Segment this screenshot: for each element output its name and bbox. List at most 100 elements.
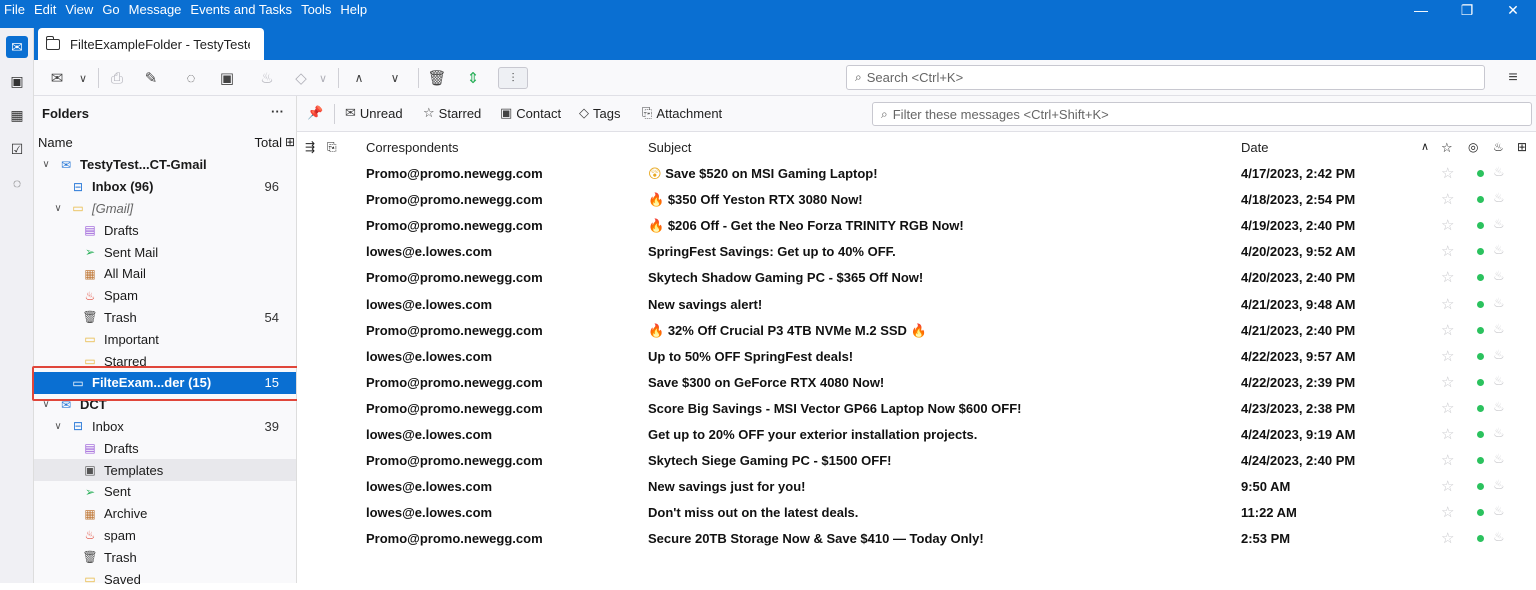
unread-dot-icon[interactable] [1477,274,1484,282]
filter-messages-input[interactable]: ⌕ Filter these messages <Ctrl+Shift+K> [872,102,1532,126]
star-icon[interactable]: ☆ [1441,373,1454,391]
junk-icon[interactable]: ♨ [1493,216,1505,232]
get-messages-icon[interactable]: ✉ [46,67,68,89]
menu-help[interactable]: Help [340,0,367,20]
folder-item[interactable]: ∨ ✉ TestyTest...CT-Gmail [34,154,296,176]
filter-tags-button[interactable]: ◇ Tags [579,105,620,121]
unread-dot-icon[interactable] [1477,300,1484,308]
star-icon[interactable]: ☆ [1441,164,1454,182]
minimize-button[interactable]: — [1398,0,1444,20]
folder-item[interactable]: ▭ Starred [34,350,296,372]
more-options-icon[interactable]: ··· [271,104,284,119]
folder-item[interactable]: ▭ FilteExam...der (15) 15 [34,372,296,394]
column-subject[interactable]: Subject [648,140,691,155]
unread-dot-icon[interactable] [1477,352,1484,360]
star-icon[interactable]: ☆ [1441,425,1454,443]
star-icon[interactable]: ☆ [1441,529,1454,547]
message-row[interactable]: lowes@e.lowes.com SpringFest Savings: Get… [297,238,1536,264]
junk-icon[interactable]: ♨ [1493,164,1505,180]
unread-dot-icon[interactable] [1477,457,1484,465]
junk-icon[interactable]: ♨ [1493,373,1505,389]
column-date[interactable]: Date [1241,140,1268,155]
filter-attachment-button[interactable]: ⎘ Attachment [642,105,722,121]
junk-icon[interactable]: ♨ [1493,477,1505,493]
menu-go[interactable]: Go [102,0,119,20]
filter-unread-button[interactable]: ✉ Unread [345,105,403,121]
folder-item[interactable]: 🗑 Trash 54 [34,307,296,329]
tag-icon[interactable]: ◇ [290,67,312,89]
unread-dot-icon[interactable] [1477,222,1484,230]
unread-dot-icon[interactable] [1477,378,1484,386]
chevron-down-icon[interactable]: ∨ [52,203,64,214]
message-row[interactable]: lowes@e.lowes.com Get up to 20% OFF your … [297,421,1536,447]
chevron-down-icon[interactable]: ∨ [312,67,334,89]
menu-edit[interactable]: Edit [34,0,56,20]
search-input[interactable]: ⌕ Search <Ctrl+K> [846,65,1485,90]
star-icon[interactable]: ☆ [1441,347,1454,365]
unread-dot-icon[interactable] [1477,326,1484,334]
unread-dot-icon[interactable] [1477,431,1484,438]
junk-icon[interactable]: ♨ [1493,503,1505,519]
print-icon[interactable]: ⎙ [106,67,128,89]
mail-icon[interactable]: ✉ [6,36,28,58]
star-column-icon[interactable]: ☆ [1441,140,1453,156]
folder-item[interactable]: ∨ ✉ DCT [34,394,296,416]
tab-mail[interactable]: FilteExampleFolder - TestyTeste [38,28,264,60]
chevron-down-icon[interactable]: ∨ [52,421,64,432]
filter-contact-button[interactable]: ▣ Contact [500,105,561,121]
unread-dot-icon[interactable] [1477,535,1484,543]
star-icon[interactable]: ☆ [1441,295,1454,313]
pin-icon[interactable]: 📌 [307,105,327,121]
folder-item[interactable]: ∨ ⊟ Inbox 39 [34,416,296,438]
menu-file[interactable]: File [4,0,25,20]
app-menu-icon[interactable]: ≡ [1502,67,1524,89]
junk-icon[interactable]: ♨ [1493,321,1505,337]
chevron-down-icon[interactable]: ∨ [40,399,52,410]
column-total[interactable]: Total [255,135,282,150]
close-button[interactable]: ✕ [1490,0,1536,20]
write-icon[interactable]: ✎ [140,67,162,89]
restore-button[interactable]: ❐ [1444,0,1490,20]
junk-column-icon[interactable]: ♨ [1493,140,1504,154]
message-row[interactable]: Promo@promo.newegg.com Skytech Siege Gami… [297,447,1536,473]
folder-item[interactable]: ♨ Spam [34,285,296,307]
message-row[interactable]: Promo@promo.newegg.com 🔥 32% Off Crucial … [297,317,1536,343]
read-column-icon[interactable]: ◎ [1468,140,1478,154]
column-picker-icon[interactable]: ⊞ [285,135,295,149]
column-correspondents[interactable]: Correspondents [366,140,459,155]
folder-item[interactable]: ▭ Saved [34,568,296,590]
star-icon[interactable]: ☆ [1441,268,1454,286]
junk-icon[interactable]: ♨ [1493,190,1505,206]
star-icon[interactable]: ☆ [1441,503,1454,521]
star-icon[interactable]: ☆ [1441,190,1454,208]
chevron-down-icon[interactable]: ∨ [40,159,52,170]
folder-item[interactable]: ▭ Important [34,328,296,350]
message-row[interactable]: Promo@promo.newegg.com Save $300 on GeFor… [297,369,1536,395]
junk-icon[interactable]: ♨ [256,67,278,89]
chat-icon[interactable]: ◌ [180,67,202,89]
column-picker-icon[interactable]: ⊞ [1517,140,1527,154]
message-row[interactable]: lowes@e.lowes.com New savings just for yo… [297,473,1536,499]
folder-item[interactable]: ∨ ▭ [Gmail] [34,198,296,220]
address-book-icon[interactable]: ▣ [6,70,28,92]
folder-item[interactable]: ▤ Drafts [34,437,296,459]
unread-dot-icon[interactable] [1477,196,1484,204]
thread-column-icon[interactable]: ⇶ [305,140,315,154]
chevron-down-icon[interactable]: ∨ [72,67,94,89]
folder-item[interactable]: ▦ Archive [34,503,296,525]
message-row[interactable]: Promo@promo.newegg.com Skytech Shadow Gam… [297,264,1536,290]
menu-tools[interactable]: Tools [301,0,331,20]
address-book-icon[interactable]: ▣ [216,67,238,89]
chevron-down-icon[interactable]: ∨ [384,67,406,89]
sync-icon[interactable]: ⇕ [462,67,484,89]
filter-starred-button[interactable]: ☆ Starred [423,105,481,121]
menu-view[interactable]: View [65,0,93,20]
menu-events-tasks[interactable]: Events and Tasks [190,0,292,20]
unread-dot-icon[interactable] [1477,248,1484,256]
calendar-icon[interactable]: ▦ [6,104,28,126]
junk-icon[interactable]: ♨ [1493,425,1505,441]
message-row[interactable]: lowes@e.lowes.com New savings alert! 4/21/… [297,291,1536,317]
star-icon[interactable]: ☆ [1441,321,1454,339]
junk-icon[interactable]: ♨ [1493,268,1505,284]
message-row[interactable]: lowes@e.lowes.com Don't miss out on the l… [297,499,1536,525]
